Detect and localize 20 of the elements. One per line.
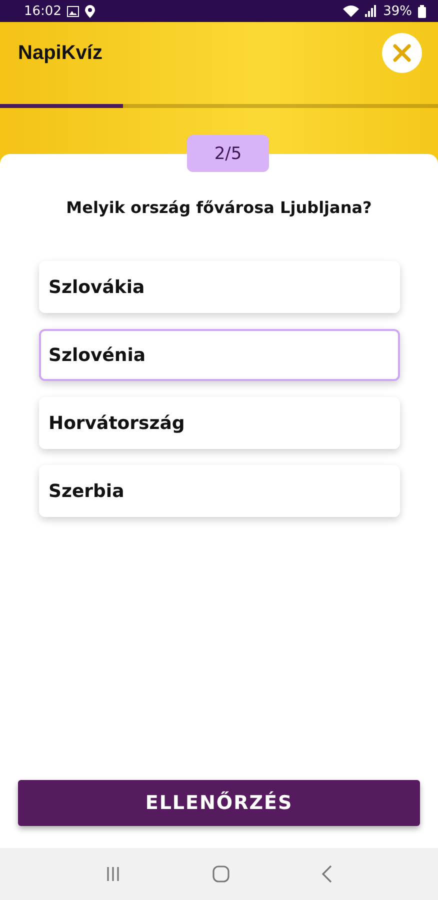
back-icon[interactable]: [320, 865, 333, 883]
close-button[interactable]: [382, 33, 422, 73]
close-icon: [393, 44, 411, 62]
image-icon: [67, 6, 80, 16]
answer-option[interactable]: Horvátország: [38, 397, 400, 449]
signal-icon: [365, 5, 378, 17]
answer-option[interactable]: Szlovénia: [38, 329, 400, 381]
location-icon: [85, 4, 96, 18]
clock: 16:02: [24, 4, 62, 18]
check-button[interactable]: ELLENŐRZÉS: [18, 780, 420, 826]
app-title: NapiKvíz: [18, 42, 102, 64]
question-text: Melyik ország fővárosa Ljubljana?: [66, 198, 372, 217]
answer-option[interactable]: Szlovákia: [38, 261, 400, 313]
wifi-icon: [343, 5, 360, 17]
recent-apps-icon[interactable]: [105, 866, 122, 882]
answer-option[interactable]: Szerbia: [38, 465, 400, 517]
battery-icon: [418, 4, 426, 18]
question-counter: 2/5: [187, 135, 269, 172]
battery-level: 39%: [383, 4, 412, 18]
home-icon[interactable]: [212, 865, 230, 883]
